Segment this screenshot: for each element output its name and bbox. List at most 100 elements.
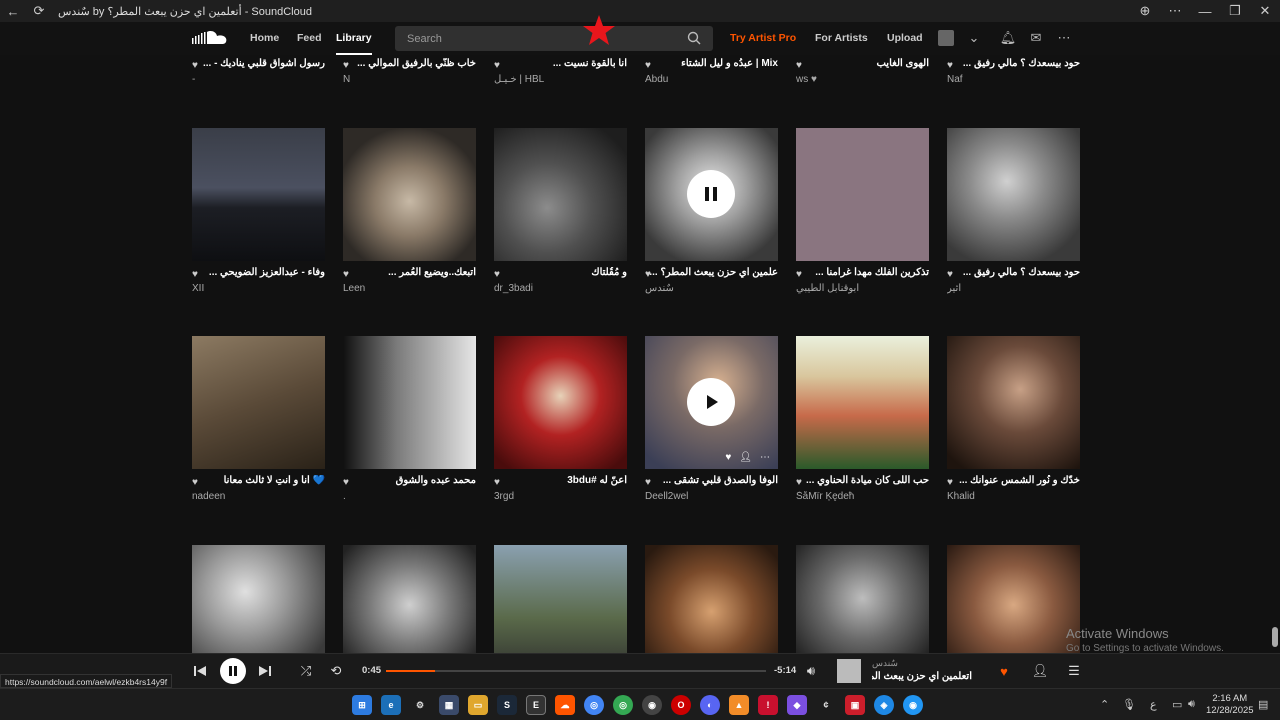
track-user[interactable]: سٌندس xyxy=(645,283,778,296)
track-card[interactable] xyxy=(494,545,627,653)
track-cover[interactable]: ♥ 👤︎ ⋯ xyxy=(645,336,778,469)
track-title[interactable]: حب اللى كان ميادة الحناوي ... xyxy=(796,475,929,489)
track-card[interactable]: ♥ تذكرين الفلك مهدا غرامنا ... ابوقنابل … xyxy=(796,128,929,294)
refresh-icon[interactable]: ⟳ xyxy=(26,0,52,22)
vlc-icon[interactable]: ▲ xyxy=(729,695,749,715)
edge-browser-icon[interactable]: e xyxy=(381,695,401,715)
track-card[interactable]: ♥ أعنّ له #3bdu 3rgd xyxy=(494,336,627,502)
follow-user-icon[interactable]: 👤︎ xyxy=(739,452,752,463)
track-cover[interactable] xyxy=(796,336,929,469)
track-cover[interactable] xyxy=(645,128,778,261)
track-card[interactable] xyxy=(343,545,476,653)
scrollbar-thumb[interactable] xyxy=(1272,627,1278,647)
repeat-button[interactable]: ⟲ xyxy=(326,661,346,681)
track-card[interactable]: ♥ وفاء - عبدالعزيز الضويحي ... XII xyxy=(192,128,325,294)
track-cover[interactable] xyxy=(494,545,627,653)
track-cover[interactable] xyxy=(947,336,1080,469)
track-cover[interactable] xyxy=(796,545,929,653)
discord-icon[interactable]: ◐ xyxy=(700,695,720,715)
track-cover[interactable] xyxy=(494,128,627,261)
track-user[interactable]: ws ♥ xyxy=(796,74,929,87)
track-card[interactable]: ♥ حب اللى كان ميادة الحناوي ... ŠåMïr Ķę… xyxy=(796,336,929,502)
track-card[interactable]: ♥ محمد عبده والشوق . xyxy=(343,336,476,502)
track-card[interactable] xyxy=(192,545,325,653)
speaker-icon[interactable]: 🔊︎ xyxy=(1188,698,1195,711)
now-playing-title[interactable]: أتعلمين اي حزن يبعث المطر؟ xyxy=(872,671,972,682)
back-arrow-icon[interactable]: ← xyxy=(0,0,26,22)
nav-library[interactable]: Library xyxy=(336,22,372,55)
app-icon-3[interactable]: ¢ xyxy=(816,695,836,715)
chevron-down-icon[interactable]: ⌄ xyxy=(964,28,984,48)
track-cover[interactable] xyxy=(947,545,1080,653)
shuffle-button[interactable]: ⤮ xyxy=(296,661,316,681)
scrollbar[interactable] xyxy=(1272,55,1278,653)
notification-center-icon[interactable]: ▤ xyxy=(1258,698,1268,711)
track-user[interactable]: Leen xyxy=(343,283,476,296)
pause-button[interactable] xyxy=(687,170,735,218)
track-title[interactable]: أتبعك..ويضيع العُمر ... xyxy=(343,267,476,281)
progress-bar[interactable] xyxy=(386,670,766,672)
close-button[interactable]: ✕ xyxy=(1250,0,1280,22)
nav-home[interactable]: Home xyxy=(250,22,279,55)
track-card[interactable]: ♥ حود بيسعدك ؟ مالي رفيق ... أثير xyxy=(947,128,1080,294)
track-cover[interactable] xyxy=(343,336,476,469)
track-card[interactable] xyxy=(796,545,929,653)
track-user[interactable]: nadeen xyxy=(192,491,325,504)
track-title[interactable]: حود بيسعدك ؟ مالي رفيق ... xyxy=(947,267,1080,281)
track-title[interactable]: الهوى الغايب xyxy=(796,58,929,72)
track-user[interactable]: N xyxy=(343,74,476,87)
notifications-bell-icon[interactable]: 🔔︎ xyxy=(998,28,1018,48)
volume-button[interactable]: 🔊︎ xyxy=(801,661,821,681)
soundcloud-logo-icon[interactable] xyxy=(192,30,230,46)
track-cover[interactable] xyxy=(343,545,476,653)
track-card[interactable] xyxy=(947,545,1080,653)
track-card[interactable]: ♥ و مُقُلتاك dr_3badi xyxy=(494,128,627,294)
track-user[interactable]: أثير xyxy=(947,283,1080,296)
track-user[interactable]: . xyxy=(343,491,476,504)
track-user[interactable]: - xyxy=(192,74,325,87)
track-card[interactable]: ♥ 👤︎ ⋯ ♥ الوفا والصدق قلبي تشقى ... Deel… xyxy=(645,336,778,502)
next-track-button[interactable] xyxy=(255,661,275,681)
track-card[interactable] xyxy=(645,545,778,653)
github-icon[interactable]: ◉ xyxy=(642,695,662,715)
track-cover[interactable] xyxy=(796,128,929,261)
steam-icon[interactable]: S xyxy=(497,695,517,715)
track-user[interactable]: Naf xyxy=(947,74,1080,87)
chrome-icon[interactable]: ◎ xyxy=(584,695,604,715)
track-user[interactable]: ŠåMïr Ķędeħ xyxy=(796,491,929,504)
track-title[interactable]: محمد عبده والشوق xyxy=(343,475,476,489)
track-card[interactable]: ♥ خدّك و نُور الشمس عنوانك ... Khalid xyxy=(947,336,1080,502)
tray-chevron-up-icon[interactable]: ⌃ xyxy=(1100,698,1109,711)
nav-feed[interactable]: Feed xyxy=(297,22,322,55)
previous-track-button[interactable] xyxy=(190,661,210,681)
app-icon[interactable]: ! xyxy=(758,695,778,715)
app-icon-5[interactable]: ◈ xyxy=(874,695,894,715)
track-user[interactable]: dr_3badi xyxy=(494,283,627,296)
track-user[interactable]: ابوقنابل الطيبي xyxy=(796,283,929,296)
track-title[interactable]: تذكرين الفلك مهدا غرامنا ... xyxy=(796,267,929,281)
chrome-profile-icon[interactable]: ◎ xyxy=(613,695,633,715)
track-title[interactable]: الوفا والصدق قلبي تشقى ... xyxy=(645,475,778,489)
track-card[interactable]: ♥ علمين اي حزن يبعث المطر؟ ... سٌندس xyxy=(645,128,778,294)
track-title[interactable]: انا بالقوة نسيت ... xyxy=(494,58,627,72)
epic-games-icon[interactable]: E xyxy=(526,695,546,715)
track-user[interactable]: خـيـل | HBL xyxy=(494,74,627,87)
try-artist-pro-link[interactable]: Try Artist Pro xyxy=(730,22,796,55)
track-title[interactable]: 💙 انا و انتِ لا ثالث معانا xyxy=(192,475,325,489)
like-icon[interactable]: ♥ xyxy=(725,452,731,463)
store-icon[interactable]: ▦ xyxy=(439,695,459,715)
track-title[interactable]: Mix | عبدُه و ليل الشتاء xyxy=(645,58,778,72)
more-menu-icon[interactable]: ⋯ xyxy=(1054,28,1074,48)
track-cover[interactable] xyxy=(192,336,325,469)
soundcloud-taskbar-icon[interactable]: ☁ xyxy=(555,695,575,715)
messages-envelope-icon[interactable]: ✉ xyxy=(1026,28,1046,48)
track-title[interactable]: أعنّ له #3bdu xyxy=(494,475,627,489)
zoom-icon[interactable]: ⊕ xyxy=(1130,0,1160,22)
track-card[interactable]: ♥ أتبعك..ويضيع العُمر ... Leen xyxy=(343,128,476,294)
network-icon[interactable]: ▭ xyxy=(1172,698,1182,711)
taskbar-clock[interactable]: 2:16 AM 12/28/2025 xyxy=(1206,693,1254,717)
track-user[interactable]: 3rgd xyxy=(494,491,627,504)
queue-button[interactable]: ☰ xyxy=(1064,661,1084,681)
upload-link[interactable]: Upload xyxy=(887,22,923,55)
play-pause-button[interactable] xyxy=(220,658,246,684)
